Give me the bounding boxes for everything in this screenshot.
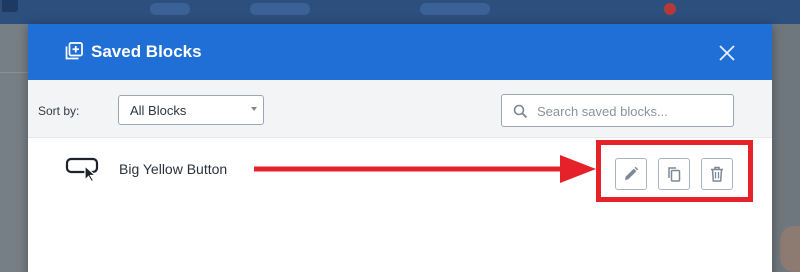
background-notification-dot <box>664 3 676 15</box>
modal-header: Saved Blocks <box>28 24 772 80</box>
sort-by-label: Sort by: <box>38 104 80 118</box>
button-cursor-icon <box>65 157 99 182</box>
copy-icon <box>668 167 681 182</box>
saved-block-row[interactable]: Big Yellow Button <box>28 138 772 202</box>
modal-title: Saved Blocks <box>91 42 202 61</box>
annotation-highlight-box <box>596 140 753 202</box>
background-nav-item <box>250 3 310 15</box>
close-button[interactable] <box>714 40 740 66</box>
pencil-icon <box>625 166 639 180</box>
sort-selected-value: All Blocks <box>130 103 187 118</box>
search-input[interactable] <box>537 101 727 121</box>
background-topbar <box>0 0 800 24</box>
search-box[interactable] <box>501 94 734 127</box>
plus-square-icon <box>65 42 83 60</box>
background-avatar <box>780 226 800 272</box>
trash-icon <box>711 166 723 182</box>
delete-block-button[interactable] <box>701 158 733 190</box>
duplicate-block-button[interactable] <box>658 158 690 190</box>
background-left-panel <box>0 24 28 272</box>
close-icon <box>719 45 735 61</box>
modal-toolbar: Sort by: All Blocks <box>28 80 772 138</box>
edit-block-button[interactable] <box>615 158 647 190</box>
background-divider <box>0 72 28 73</box>
background-nav-item <box>150 3 190 15</box>
background-logo <box>2 0 18 12</box>
background-nav-item <box>420 3 490 15</box>
search-icon <box>513 104 528 119</box>
saved-blocks-modal: Saved Blocks Sort by: All Blocks Big Yel… <box>28 24 772 272</box>
chevron-down-icon <box>251 107 257 111</box>
sort-by-select[interactable]: All Blocks <box>118 95 264 125</box>
block-name: Big Yellow Button <box>119 161 228 177</box>
annotation-arrow <box>254 155 596 183</box>
